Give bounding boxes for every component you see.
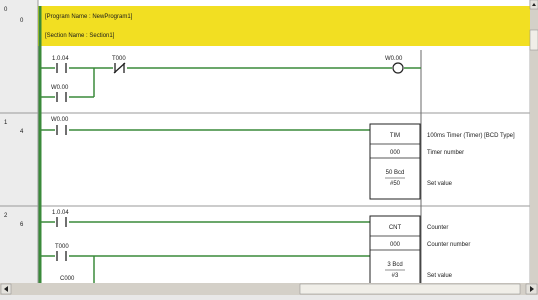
output-coil[interactable]: W0.00 — [385, 56, 404, 74]
contact-address: 1.0.04 — [52, 56, 69, 62]
contact-address: C000 — [60, 276, 75, 282]
instruction-block-cnt[interactable]: CNT 000 3 Bcd #3 — [369, 215, 421, 287]
operand-comment: Timer number — [427, 150, 464, 156]
instruction-comment: Counter — [427, 225, 448, 231]
contact-no[interactable]: W0.00 — [51, 85, 69, 103]
operand-comment: Set value — [427, 273, 453, 279]
row-number-band — [0, 0, 38, 283]
instruction-operand: 000 — [390, 150, 401, 156]
instruction-mnemonic: TIM — [390, 133, 400, 139]
contact-no[interactable]: 1.0.04 — [52, 56, 69, 74]
contact-no[interactable]: 1.0.04 — [52, 210, 69, 228]
scroll-thumb[interactable] — [529, 29, 538, 51]
operand-comment: Set value — [427, 181, 453, 187]
contact-address: T000 — [55, 244, 69, 250]
contact-no[interactable]: W0.00 — [51, 117, 69, 136]
instruction-mnemonic: CNT — [389, 225, 402, 231]
contact-address: W0.00 — [51, 117, 69, 123]
rung-2[interactable]: 2 6 1.0.04 T000 C000 CNT 000 3 Bcd #3 Co… — [4, 210, 470, 287]
contact-address: W0.00 — [51, 85, 69, 91]
horizontal-scrollbar[interactable] — [0, 283, 538, 295]
instruction-operand-comment: 3 Bcd — [387, 262, 402, 268]
instruction-operand-comment: 50 Bcd — [386, 170, 405, 176]
program-name: [Program Name : NewProgram1] — [45, 14, 133, 20]
instruction-block-tim[interactable]: TIM 000 50 Bcd #50 — [369, 123, 421, 200]
instruction-comment: 100ms Timer (Timer) [BCD Type] — [427, 133, 515, 139]
operand-comment: Counter number — [427, 242, 470, 248]
scroll-thumb[interactable] — [299, 283, 521, 295]
coil-address: W0.00 — [385, 56, 403, 62]
section-name: [Section Name : Section1] — [45, 33, 115, 39]
ladder-diagram: [Program Name : NewProgram1] [Section Na… — [0, 0, 538, 295]
contact-no[interactable]: C000 — [60, 276, 75, 282]
contact-address: T000 — [112, 56, 126, 62]
contact-address: 1.0.04 — [52, 210, 69, 216]
ladder-editor-window: [Program Name : NewProgram1] [Section Na… — [0, 0, 538, 295]
vertical-scrollbar[interactable] — [529, 0, 538, 283]
instruction-operand: #50 — [390, 181, 401, 187]
program-header — [38, 6, 530, 46]
rung-1[interactable]: 1 4 W0.00 TIM 000 50 Bcd #50 100ms Timer… — [4, 117, 515, 200]
instruction-operand: 000 — [390, 242, 401, 248]
instruction-operand: #3 — [392, 273, 399, 279]
contact-nc[interactable]: T000 — [112, 56, 127, 74]
contact-no[interactable]: T000 — [55, 244, 69, 262]
